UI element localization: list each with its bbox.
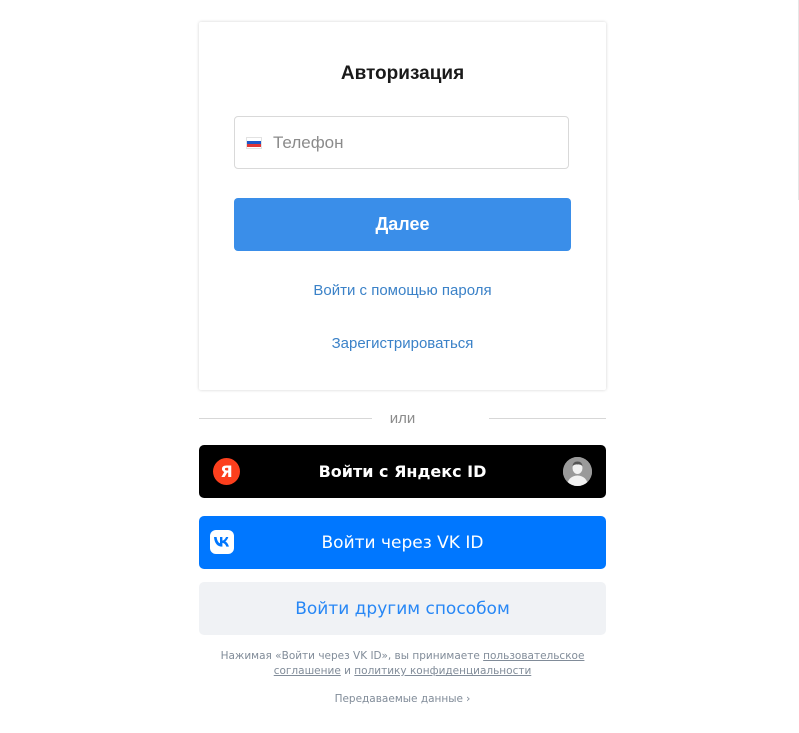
legal-notice: Нажимая «Войти через VK ID», вы принимае…: [199, 649, 606, 679]
shared-data-label: Передаваемые данные: [334, 693, 464, 705]
chevron-right-icon: ›: [466, 692, 471, 705]
shared-data-link[interactable]: Передаваемые данные ›: [199, 692, 606, 705]
privacy-policy-link[interactable]: политику конфиденциальности: [354, 665, 531, 677]
vk-login-button[interactable]: Войти через VK ID: [199, 516, 606, 569]
yandex-login-label: Войти с Яндекс ID: [318, 462, 487, 481]
page: Авторизация Далее Войти с помощью пароля…: [0, 0, 799, 733]
page-title: Авторизация: [340, 63, 465, 84]
other-login-label: Войти другим способом: [295, 598, 510, 619]
password-login-link[interactable]: Войти с помощью пароля: [199, 282, 606, 299]
user-avatar-icon: [563, 457, 592, 486]
phone-field[interactable]: [234, 116, 569, 169]
legal-conjunction: и: [340, 665, 355, 677]
vk-login-label: Войти через VK ID: [321, 532, 484, 553]
or-divider: или: [199, 408, 606, 428]
phone-input[interactable]: [271, 131, 555, 154]
other-login-button[interactable]: Войти другим способом: [199, 582, 606, 635]
divider-line-right: [489, 418, 606, 419]
register-link[interactable]: Зарегистрироваться: [199, 335, 606, 352]
next-button[interactable]: Далее: [234, 198, 571, 251]
vk-logo-icon: [210, 530, 234, 554]
yandex-logo-icon: Я: [213, 458, 240, 485]
auth-card: Авторизация Далее Войти с помощью пароля…: [199, 22, 606, 390]
yandex-login-button[interactable]: Я Войти с Яндекс ID: [199, 445, 606, 498]
russia-flag-icon[interactable]: [246, 136, 262, 149]
legal-prefix: Нажимая «Войти через VK ID», вы принимае…: [220, 650, 484, 662]
